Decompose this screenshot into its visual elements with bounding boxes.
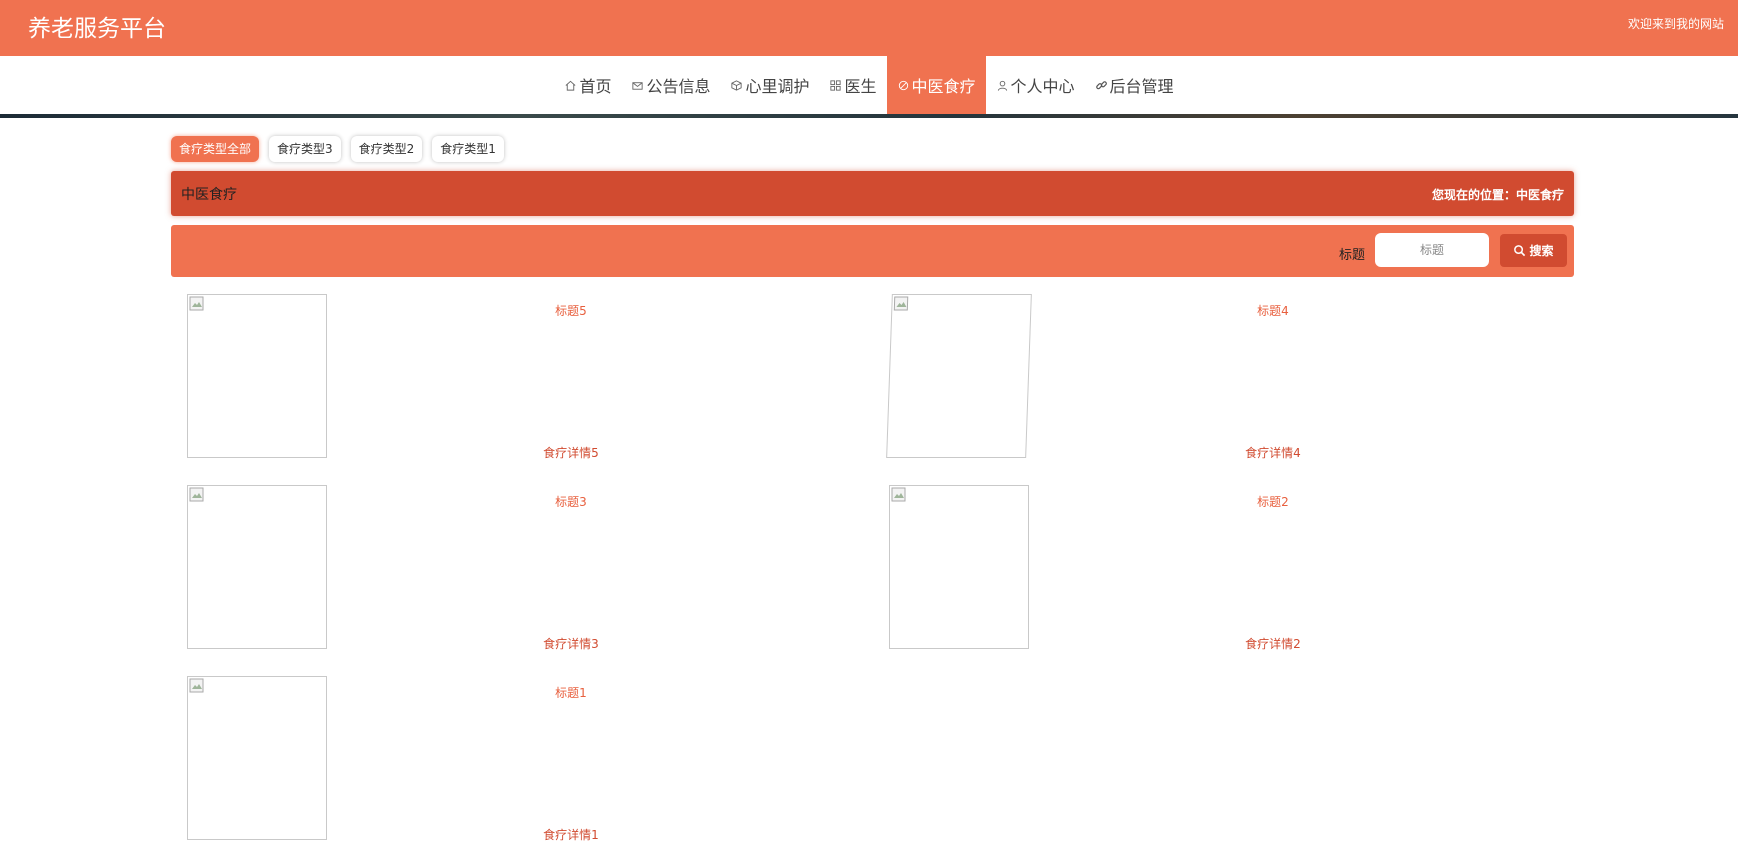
nav-item-label: 心里调护	[745, 77, 810, 96]
nav-item-diet-therapy[interactable]: 中医食疗	[886, 56, 986, 114]
nav-item-home[interactable]: 首页	[554, 56, 621, 114]
mail-icon	[631, 79, 644, 92]
broken-image-icon	[893, 296, 909, 311]
search-label: 标题	[1339, 248, 1366, 263]
search-bar: 标题 搜索	[171, 225, 1574, 277]
item-detail[interactable]: 食疗详情3	[501, 635, 641, 652]
section-title: 中医食疗	[181, 187, 237, 203]
nav-item-notice[interactable]: 公告信息	[621, 56, 720, 114]
filter-chip-type1[interactable]: 食疗类型1	[432, 136, 504, 162]
list-item[interactable]: 标题5 食疗详情5	[171, 292, 871, 462]
category-filter: 食疗类型全部 食疗类型3 食疗类型2 食疗类型1	[171, 136, 504, 162]
item-image[interactable]	[889, 485, 1029, 649]
nav-item-admin[interactable]: 后台管理	[1085, 56, 1184, 114]
list-item[interactable]: 标题2 食疗详情2	[873, 483, 1573, 653]
nav-item-psychology[interactable]: 心里调护	[720, 56, 819, 114]
filter-chip-all[interactable]: 食疗类型全部	[171, 136, 260, 162]
item-image[interactable]	[187, 294, 327, 458]
item-detail[interactable]: 食疗详情1	[501, 826, 641, 843]
nav-item-personal-center[interactable]: 个人中心	[986, 56, 1085, 114]
cube-icon	[730, 79, 743, 92]
broken-image-icon	[189, 678, 204, 693]
item-title[interactable]: 标题5	[511, 302, 631, 319]
grid-icon	[829, 79, 842, 92]
link-icon	[1095, 79, 1108, 92]
broken-image-icon	[189, 296, 204, 311]
search-button[interactable]: 搜索	[1500, 234, 1567, 267]
list-item[interactable]: 标题3 食疗详情3	[171, 483, 871, 653]
item-detail[interactable]: 食疗详情4	[1203, 444, 1343, 461]
item-image[interactable]	[886, 294, 1032, 458]
broken-image-icon	[891, 487, 906, 502]
home-icon	[564, 79, 577, 92]
item-image[interactable]	[187, 485, 327, 649]
list-item[interactable]: 标题4 食疗详情4	[873, 292, 1573, 462]
nav-item-label: 中医食疗	[911, 77, 976, 96]
filter-chip-type2[interactable]: 食疗类型2	[350, 136, 423, 162]
user-icon	[996, 79, 1009, 92]
item-image[interactable]	[187, 676, 327, 840]
nav-item-label: 公告信息	[646, 77, 711, 96]
nav-item-label: 个人中心	[1010, 77, 1075, 96]
breadcrumb: 您现在的位置：中医食疗	[1431, 188, 1564, 202]
item-detail[interactable]: 食疗详情2	[1203, 635, 1343, 652]
nav-item-label: 医生	[844, 77, 877, 96]
broken-image-icon	[189, 487, 204, 502]
item-detail[interactable]: 食疗详情5	[501, 444, 641, 461]
item-title[interactable]: 标题2	[1213, 493, 1333, 510]
nav-item-doctor[interactable]: 医生	[819, 56, 886, 114]
main-nav: 首页 公告信息 心里调护 医生 中医食疗 个人中心 后台管理	[0, 56, 1738, 114]
item-title[interactable]: 标题3	[511, 493, 631, 510]
search-button-label: 搜索	[1529, 244, 1554, 258]
nav-item-label: 首页	[579, 77, 612, 96]
search-icon	[1514, 245, 1526, 257]
item-title[interactable]: 标题4	[1213, 302, 1333, 319]
nav-item-label: 后台管理	[1109, 77, 1174, 96]
top-header: 养老服务平台 欢迎来到我的网站	[0, 0, 1738, 56]
list-item[interactable]: 标题1 食疗详情1	[171, 674, 871, 844]
filter-chip-type3[interactable]: 食疗类型3	[269, 136, 341, 162]
search-input[interactable]	[1375, 233, 1489, 267]
medicine-icon	[897, 79, 910, 92]
site-title: 养老服务平台	[28, 16, 166, 42]
diet-therapy-list: 标题5 食疗详情5 标题4 食疗详情4 标题3 食疗详情3 标题2 食疗详情2 …	[171, 292, 1574, 843]
section-header: 中医食疗 您现在的位置：中医食疗	[171, 171, 1574, 216]
welcome-text: 欢迎来到我的网站	[1627, 17, 1724, 31]
item-title[interactable]: 标题1	[511, 684, 631, 701]
banner-image-strip	[0, 114, 1738, 118]
